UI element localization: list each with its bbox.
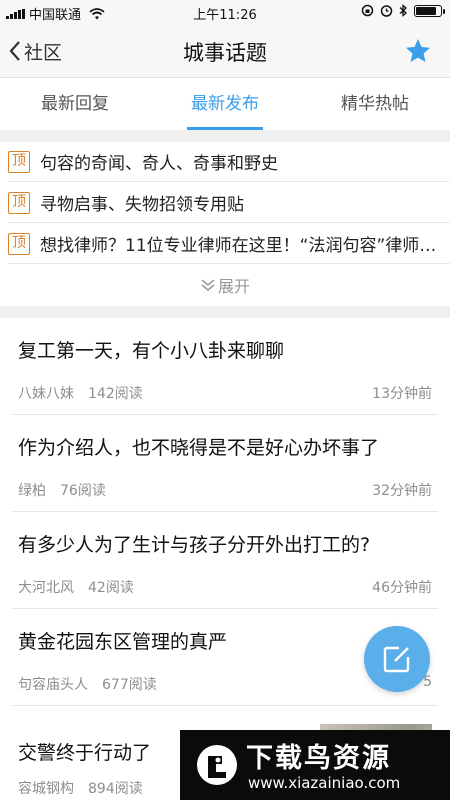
post-title: 黄金花园东区管理的真严 xyxy=(18,631,228,653)
star-icon[interactable] xyxy=(404,37,432,65)
post-author: 绿柏 xyxy=(18,483,46,499)
tab-latest-replies[interactable]: 最新回复 xyxy=(0,78,150,130)
double-chevron-down-icon xyxy=(201,279,215,291)
post-time: 13分钟前 xyxy=(372,386,432,402)
watermark: 下载鸟资源 www.xiazainiao.com xyxy=(180,730,450,800)
post-meta: 绿柏 76阅读 xyxy=(18,480,106,500)
pinned-item[interactable]: 顶 想找律师？11位专业律师在这里！“法润句容”律师团队 xyxy=(8,224,450,264)
watermark-url: www.xiazainiao.com xyxy=(248,774,401,792)
post-author: 大河北风 xyxy=(18,580,74,596)
post-meta: 大河北风 42阅读 xyxy=(18,577,134,597)
post-title: 作为介绍人，也不晓得是不是好心办坏事了 xyxy=(18,437,380,459)
expand-button[interactable]: 展开 xyxy=(0,266,450,304)
post-author: 容城钢构 xyxy=(18,781,74,797)
post-time: 46分钟前 xyxy=(372,580,432,596)
status-bar: 中国联通 上午11:26 xyxy=(0,0,450,24)
post-time: 32分钟前 xyxy=(372,483,432,499)
post-title: 交警终于行动了 xyxy=(18,742,152,764)
post-title: 复工第一天，有个小八卦来聊聊 xyxy=(18,340,285,362)
pinned-title: 句容的奇闻、奇人、奇事和野史 xyxy=(40,154,278,174)
post-meta: 句容庙头人 677阅读 xyxy=(18,674,157,694)
post-reads: 42阅读 xyxy=(88,580,134,596)
section-gap xyxy=(0,306,450,318)
post-reads: 142阅读 xyxy=(88,386,143,402)
post-title: 有多少人为了生计与孩子分开外出打工的? xyxy=(18,534,371,556)
compose-icon xyxy=(383,646,410,673)
compose-button[interactable] xyxy=(364,626,430,692)
watermark-title: 下载鸟资源 xyxy=(246,743,391,774)
tab-latest-posts[interactable]: 最新发布 xyxy=(150,78,300,130)
post-meta: 八妹八妹 142阅读 xyxy=(18,383,143,403)
bluetooth-icon xyxy=(399,4,407,17)
rotation-lock-icon xyxy=(361,4,374,17)
list-item[interactable]: 复工第一天，有个小八卦来聊聊 八妹八妹 142阅读 13分钟前 xyxy=(0,318,450,415)
post-author: 句容庙头人 xyxy=(18,677,88,693)
list-item[interactable]: 作为介绍人，也不晓得是不是好心办坏事了 绿柏 76阅读 32分钟前 xyxy=(0,415,450,512)
nav-bar: 社区 城事话题 xyxy=(0,24,450,78)
list-item[interactable]: 有多少人为了生计与孩子分开外出打工的? 大河北风 42阅读 46分钟前 xyxy=(0,512,450,609)
post-reads: 894阅读 xyxy=(88,781,143,797)
pinned-badge: 顶 xyxy=(8,232,30,255)
tab-bar: 最新回复 最新发布 精华热帖 xyxy=(0,78,450,130)
pinned-badge: 顶 xyxy=(8,150,30,173)
post-meta: 容城钢构 894阅读 xyxy=(18,778,143,798)
section-gap xyxy=(0,130,450,142)
expand-label: 展开 xyxy=(217,277,250,296)
pinned-item[interactable]: 顶 句容的奇闻、奇人、奇事和野史 xyxy=(8,142,450,182)
bird-logo-icon xyxy=(197,745,237,785)
alarm-icon xyxy=(380,5,393,17)
page-title: 城事话题 xyxy=(183,41,267,65)
tab-featured[interactable]: 精华热帖 xyxy=(300,78,450,130)
battery-fill xyxy=(416,6,437,15)
pinned-badge: 顶 xyxy=(8,191,30,214)
pinned-title: 想找律师？11位专业律师在这里！“法润句容”律师团队 xyxy=(40,236,440,256)
battery-icon xyxy=(414,4,445,17)
post-reads: 677阅读 xyxy=(102,677,157,693)
post-author: 八妹八妹 xyxy=(18,386,74,402)
status-right xyxy=(361,4,445,17)
pinned-item[interactable]: 顶 寻物启事、失物招领专用贴 xyxy=(8,183,450,223)
pinned-title: 寻物启事、失物招领专用贴 xyxy=(40,195,244,215)
post-reads: 76阅读 xyxy=(60,483,106,499)
